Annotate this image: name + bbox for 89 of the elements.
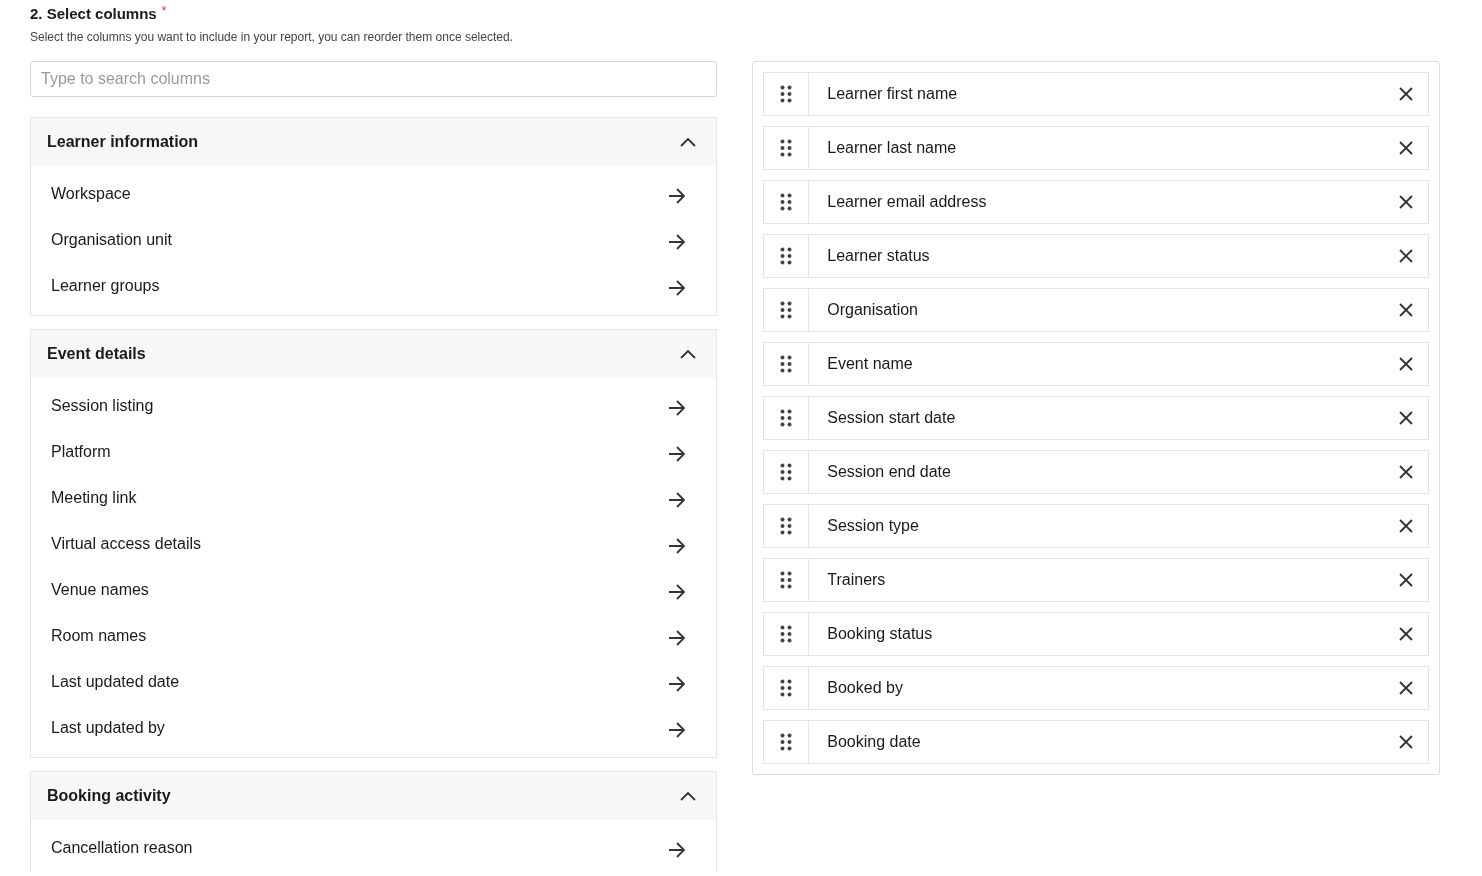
- drag-handle-icon[interactable]: [780, 409, 793, 427]
- selected-column-item[interactable]: Learner first name: [763, 72, 1429, 116]
- close-icon[interactable]: [1398, 86, 1414, 102]
- close-icon[interactable]: [1398, 626, 1414, 642]
- selected-column-item[interactable]: Booking date: [763, 720, 1429, 764]
- selected-column-label: Session start date: [826, 409, 957, 427]
- selected-column-item[interactable]: Booked by: [763, 666, 1429, 710]
- drag-handle-icon[interactable]: [780, 85, 793, 103]
- close-icon[interactable]: [1398, 356, 1414, 372]
- drag-handle-icon[interactable]: [780, 463, 793, 481]
- column-option[interactable]: Venue names: [51, 581, 149, 599]
- chevron-up-icon[interactable]: [680, 137, 697, 147]
- selected-column-item[interactable]: Session type: [763, 504, 1429, 548]
- arrow-right-icon[interactable]: [668, 280, 687, 296]
- selected-column-label: Learner email address: [826, 193, 988, 211]
- arrow-right-icon[interactable]: [668, 234, 687, 250]
- drag-handle-icon[interactable]: [780, 625, 793, 643]
- column-option[interactable]: Cancellation reason: [51, 839, 193, 857]
- selected-column-label: Trainers: [826, 571, 887, 589]
- column-option[interactable]: Platform: [51, 443, 111, 461]
- arrow-right-icon[interactable]: [668, 842, 687, 858]
- group-header[interactable]: Booking activity: [31, 772, 717, 820]
- column-option[interactable]: Last updated by: [51, 719, 165, 737]
- group-header[interactable]: Learner information: [31, 118, 717, 166]
- close-icon[interactable]: [1398, 572, 1414, 588]
- search-field[interactable]: Type to search columns: [30, 61, 718, 97]
- drag-handle-icon[interactable]: [780, 247, 793, 265]
- arrow-right-icon[interactable]: [668, 630, 687, 646]
- arrow-right-icon[interactable]: [668, 584, 687, 600]
- close-icon[interactable]: [1398, 248, 1414, 264]
- drag-handle-icon[interactable]: [780, 517, 793, 535]
- selected-column-label: Booking date: [826, 733, 922, 751]
- selected-column-item[interactable]: Session end date: [763, 450, 1429, 494]
- close-icon[interactable]: [1398, 464, 1414, 480]
- section-title: 2. Select columns: [30, 4, 157, 24]
- group-title: Event details: [47, 345, 146, 363]
- selected-column-label: Session type: [826, 517, 920, 535]
- drag-handle-icon[interactable]: [780, 301, 793, 319]
- group-header[interactable]: Event details: [31, 330, 717, 378]
- chevron-up-icon[interactable]: [680, 791, 697, 801]
- column-option[interactable]: Virtual access details: [51, 535, 201, 553]
- required-mark: *: [161, 4, 167, 18]
- selected-column-label: Booking status: [826, 625, 934, 643]
- selected-column-item[interactable]: Organisation: [763, 288, 1429, 332]
- selected-column-item[interactable]: Event name: [763, 342, 1429, 386]
- arrow-right-icon[interactable]: [668, 446, 687, 462]
- column-option[interactable]: Workspace: [51, 185, 131, 203]
- arrow-right-icon[interactable]: [668, 722, 687, 738]
- group-title: Booking activity: [47, 787, 171, 805]
- column-option[interactable]: Meeting link: [51, 489, 137, 507]
- selected-column-item[interactable]: Session start date: [763, 396, 1429, 440]
- drag-handle-icon[interactable]: [780, 571, 793, 589]
- drag-handle-icon[interactable]: [780, 679, 793, 697]
- drag-handle-icon[interactable]: [780, 355, 793, 373]
- arrow-right-icon[interactable]: [668, 492, 687, 508]
- group-title: Learner information: [47, 133, 199, 151]
- arrow-right-icon[interactable]: [668, 676, 687, 692]
- selected-column-item[interactable]: Booking status: [763, 612, 1429, 656]
- selected-column-label: Learner last name: [826, 139, 958, 157]
- close-icon[interactable]: [1398, 518, 1414, 534]
- drag-handle-icon[interactable]: [780, 733, 793, 751]
- close-icon[interactable]: [1398, 410, 1414, 426]
- drag-handle-icon[interactable]: [780, 193, 793, 211]
- drag-handle-icon[interactable]: [780, 139, 793, 157]
- arrow-right-icon[interactable]: [668, 400, 687, 416]
- column-option[interactable]: Session listing: [51, 397, 154, 415]
- selected-column-label: Event name: [826, 355, 914, 373]
- selected-column-item[interactable]: Learner email address: [763, 180, 1429, 224]
- section-description: Select the columns you want to include in your report, you can reorder them once selected.: [30, 30, 514, 44]
- column-option[interactable]: Room names: [51, 627, 147, 645]
- arrow-right-icon[interactable]: [668, 538, 687, 554]
- arrow-right-icon[interactable]: [668, 188, 687, 204]
- selected-column-label: Learner first name: [826, 85, 959, 103]
- selected-column-label: Learner status: [826, 247, 931, 265]
- column-option[interactable]: Learner groups: [51, 277, 160, 295]
- selected-column-label: Booked by: [826, 679, 904, 697]
- close-icon[interactable]: [1398, 734, 1414, 750]
- chevron-up-icon[interactable]: [680, 349, 697, 359]
- selected-column-item[interactable]: Learner status: [763, 234, 1429, 278]
- selected-column-label: Organisation: [826, 301, 919, 319]
- column-option[interactable]: Organisation unit: [51, 231, 172, 249]
- column-option[interactable]: Last updated date: [51, 673, 180, 691]
- selected-column-item[interactable]: Trainers: [763, 558, 1429, 602]
- selected-column-label: Session end date: [826, 463, 952, 481]
- close-icon[interactable]: [1398, 140, 1414, 156]
- close-icon[interactable]: [1398, 680, 1414, 696]
- close-icon[interactable]: [1398, 302, 1414, 318]
- close-icon[interactable]: [1398, 194, 1414, 210]
- selected-column-item[interactable]: Learner last name: [763, 126, 1429, 170]
